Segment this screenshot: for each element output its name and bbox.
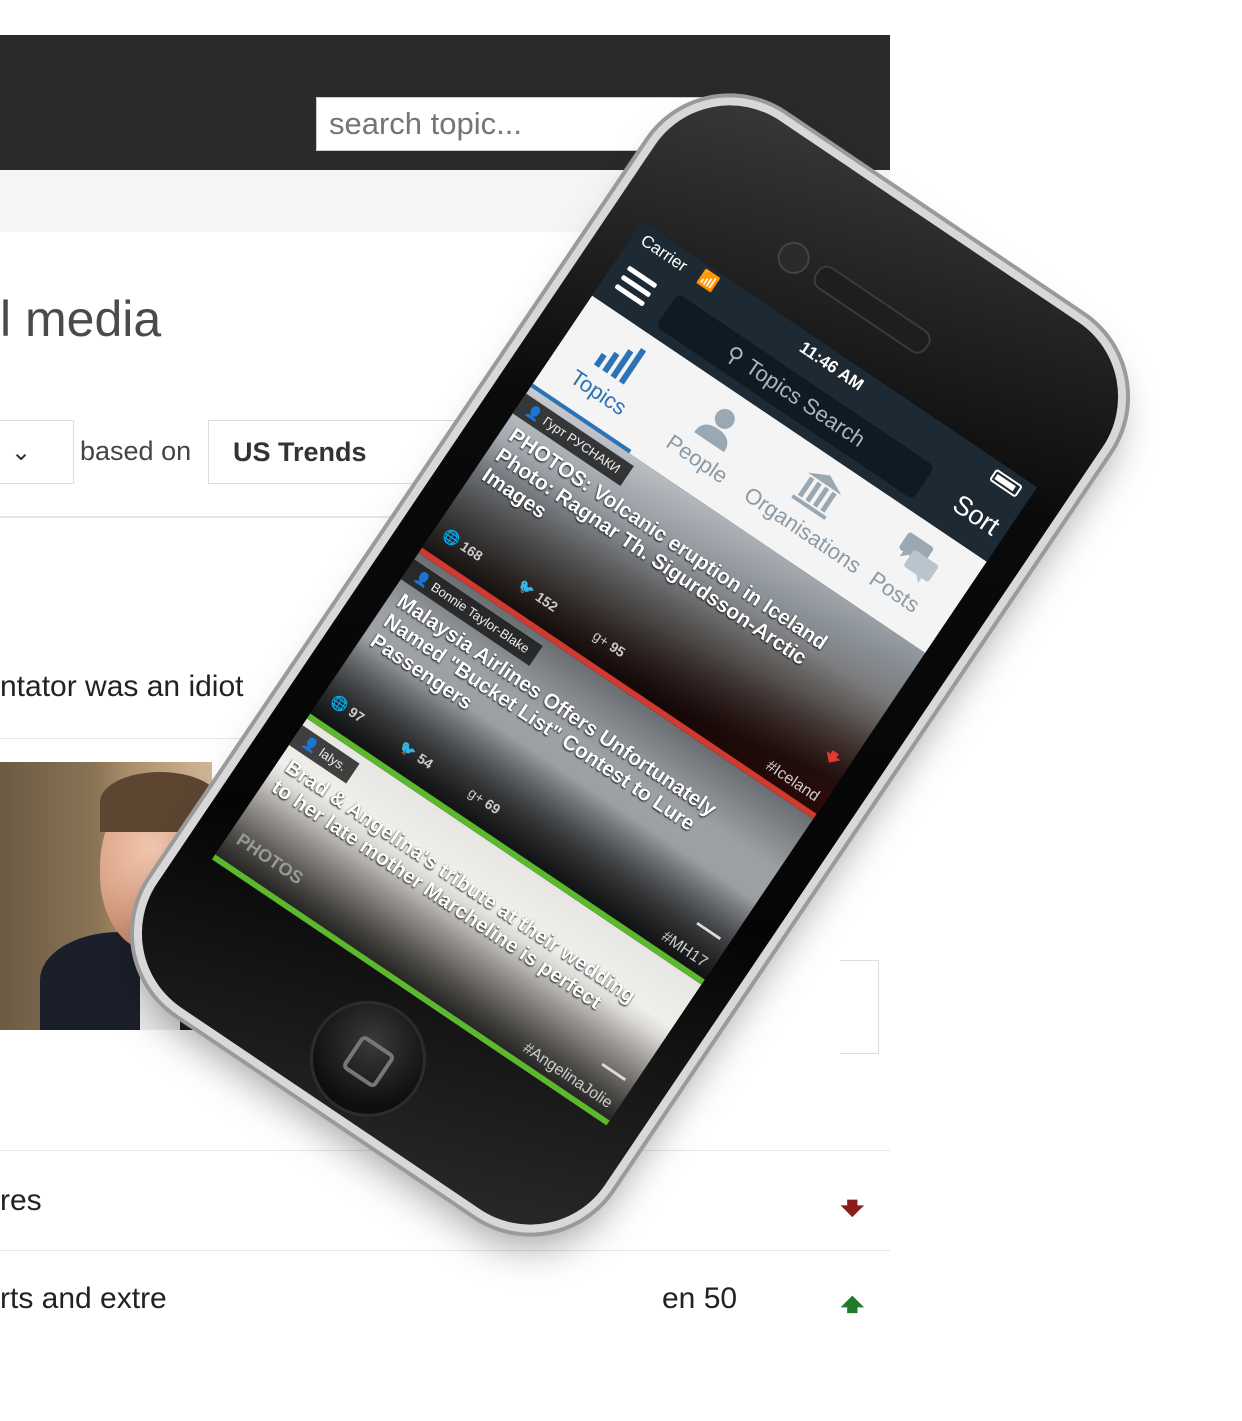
based-on-label: based on [80,436,192,466]
list-item[interactable]: rts and extre [0,1282,167,1316]
search-icon: ⚲ [721,340,749,371]
trend-up-icon: 🠹 [840,1283,865,1327]
list-item-tail: en 50 [662,1282,738,1315]
speaker-grille [809,261,935,358]
hamburger-menu-icon[interactable] [614,265,658,307]
trend-down-icon: 🠻 [840,1187,865,1231]
featured-headline[interactable]: ntator was an idiot [0,670,243,704]
trend-source-value: US Trends [233,437,367,467]
sort-button[interactable]: Sort [947,489,1005,542]
chevron-down-icon: ⌄ [11,439,32,466]
home-square-icon [340,1033,397,1090]
divider [0,1250,890,1251]
list-item[interactable]: res [0,1184,42,1218]
category-dropdown[interactable]: ⌄ [0,420,74,484]
card-edge [840,960,879,1054]
camera-icon [771,235,816,281]
page-title: l media [0,291,162,347]
